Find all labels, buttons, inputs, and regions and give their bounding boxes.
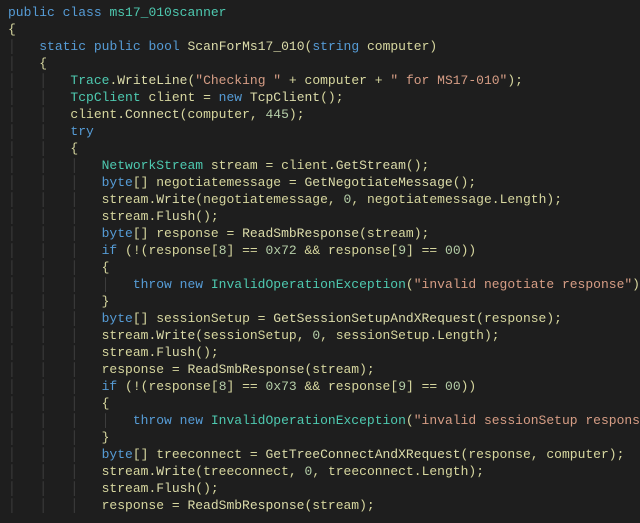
code-line: │ │ Trace.WriteLine("Checking " + comput… [8, 73, 523, 88]
code-line: │ │ │ byte[] negotiatemessage = GetNegot… [8, 175, 476, 190]
code-line: │ │ │ if (!(response[8] == 0x72 && respo… [8, 243, 476, 258]
code-line: │ │ │ { [8, 260, 109, 275]
code-line: │ │ client.Connect(computer, 445); [8, 107, 305, 122]
code-line: │ │ │ │ throw new InvalidOperationExcept… [8, 277, 640, 292]
code-line: │ │ │ { [8, 396, 109, 411]
code-line: │ │ │ byte[] treeconnect = GetTreeConnec… [8, 447, 624, 462]
code-line: │ │ TcpClient client = new TcpClient(); [8, 90, 344, 105]
code-line: public class ms17_010scanner [8, 5, 226, 20]
code-line: │ │ │ stream.Write(negotiatemessage, 0, … [8, 192, 562, 207]
code-line: │ │ │ stream.Flush(); [8, 209, 219, 224]
code-block: public class ms17_010scanner { │ static … [0, 0, 640, 522]
code-line: │ │ │ } [8, 430, 109, 445]
code-line: │ static public bool ScanForMs17_010(str… [8, 39, 437, 54]
code-line: │ │ │ stream.Write(sessionSetup, 0, sess… [8, 328, 500, 343]
code-line: │ │ │ stream.Flush(); [8, 345, 219, 360]
code-line: │ │ │ stream.Flush(); [8, 481, 219, 496]
code-line: │ │ │ } [8, 294, 109, 309]
code-line: │ │ │ │ throw new InvalidOperationExcept… [8, 413, 640, 428]
code-line: │ │ │ NetworkStream stream = client.GetS… [8, 158, 429, 173]
code-line: │ │ { [8, 141, 78, 156]
code-line: │ │ │ if (!(response[8] == 0x73 && respo… [8, 379, 476, 394]
code-line: │ │ try [8, 124, 94, 139]
code-line: { [8, 22, 16, 37]
code-line: │ │ │ response = ReadSmbResponse(stream)… [8, 362, 375, 377]
code-line: │ │ │ byte[] sessionSetup = GetSessionSe… [8, 311, 562, 326]
code-line: │ │ │ response = ReadSmbResponse(stream)… [8, 498, 375, 513]
code-line: │ { [8, 56, 47, 71]
code-line: │ │ │ stream.Write(treeconnect, 0, treec… [8, 464, 484, 479]
code-line: │ │ │ byte[] response = ReadSmbResponse(… [8, 226, 429, 241]
